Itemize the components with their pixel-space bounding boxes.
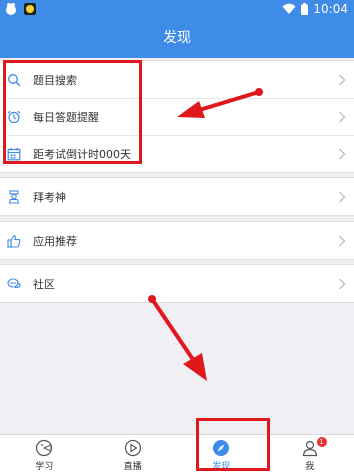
wifi-icon xyxy=(282,3,296,14)
page-title: 发现 xyxy=(163,30,191,46)
play-icon xyxy=(124,439,141,457)
status-bar: 10:04 xyxy=(0,0,354,20)
chevron-right-icon xyxy=(339,235,346,246)
page-title-bar: 发现 xyxy=(0,20,354,58)
apps-group: 应用推荐 xyxy=(0,221,354,260)
chat-bubble-icon xyxy=(7,277,21,288)
list-item-app-recommend[interactable]: 应用推荐 xyxy=(0,222,354,259)
list-item-label: 社区 xyxy=(33,277,55,291)
list-item-label: 拜考神 xyxy=(33,190,66,204)
study-icon xyxy=(36,439,53,457)
list-item-community[interactable]: 社区 xyxy=(0,265,354,302)
chevron-right-icon xyxy=(339,74,346,85)
app-avatar-icon xyxy=(24,3,36,15)
tab-label: 直播 xyxy=(123,462,142,472)
status-time: 10:04 xyxy=(313,2,348,16)
annotation-box-top xyxy=(3,60,142,164)
god-idol-icon xyxy=(8,189,20,204)
list-item-worship-exam-god[interactable]: 拜考神 xyxy=(0,178,354,215)
tab-me[interactable]: 1 我 xyxy=(266,435,354,473)
chevron-right-icon xyxy=(339,191,346,202)
bottom-tab-bar: 学习 直播 发现 1 我 xyxy=(0,434,354,473)
annotation-arrow-bottom xyxy=(148,295,207,381)
chevron-right-icon xyxy=(339,278,346,289)
tab-live[interactable]: 直播 xyxy=(89,435,178,473)
app-notification-icon xyxy=(6,3,16,15)
chevron-right-icon xyxy=(339,111,346,122)
worship-group: 拜考神 xyxy=(0,177,354,216)
battery-icon xyxy=(301,3,309,15)
annotation-box-bottom xyxy=(196,418,270,471)
thumbs-up-icon xyxy=(7,234,21,248)
list-item-label: 应用推荐 xyxy=(33,234,77,248)
tab-label: 我 xyxy=(305,462,315,472)
tab-label: 学习 xyxy=(35,462,54,472)
community-group: 社区 xyxy=(0,264,354,303)
tab-study[interactable]: 学习 xyxy=(0,435,89,473)
notification-badge: 1 xyxy=(316,437,327,447)
chevron-right-icon xyxy=(339,148,346,159)
